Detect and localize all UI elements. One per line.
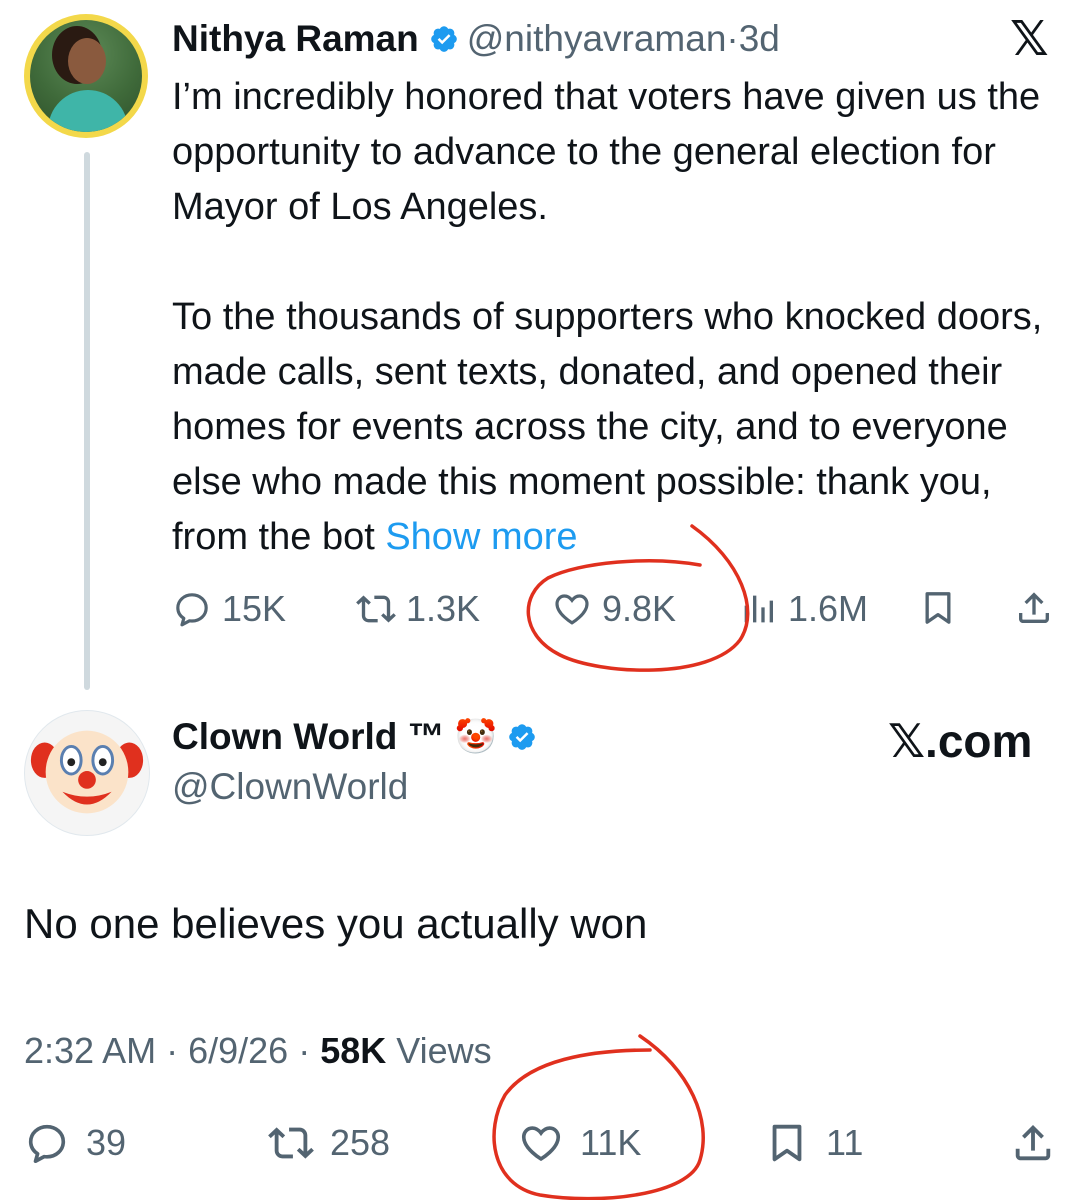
reply-count: 39 xyxy=(86,1122,127,1163)
like-count: 11K xyxy=(580,1122,642,1163)
tweet2-meta: 2:32 AM · 6/9/26 · 58K Views xyxy=(24,1030,492,1071)
tweet1-header: Nithya Raman @nithyavraman · 3d xyxy=(172,14,780,64)
reply-icon xyxy=(176,593,208,627)
like-button[interactable]: 9.8K xyxy=(552,588,676,630)
show-more-link[interactable]: Show more xyxy=(385,516,577,558)
share-icon xyxy=(1019,592,1049,623)
share-button[interactable] xyxy=(1010,1120,1072,1166)
reply-button[interactable]: 39 xyxy=(24,1120,126,1166)
author-name[interactable]: Clown World ™ xyxy=(172,716,445,758)
bookmark-icon xyxy=(772,1124,802,1162)
verified-badge-icon xyxy=(509,724,535,750)
tweet1-actions: 15K 1.3K 9.8K 1.6M xyxy=(172,588,1062,638)
like-icon xyxy=(521,1126,561,1162)
bookmark-icon xyxy=(925,592,951,624)
clown-face-icon xyxy=(30,730,144,814)
avatar-clownworld[interactable] xyxy=(24,710,150,836)
reply-count: 15K xyxy=(222,588,287,629)
verified-badge-icon xyxy=(430,26,457,52)
views-count: 1.6M xyxy=(788,588,869,629)
separator-dot: · xyxy=(726,18,739,59)
x-logo-icon: 𝕏 xyxy=(1010,13,1049,66)
repost-icon xyxy=(356,595,396,623)
tweet-time[interactable]: 2:32 AM xyxy=(24,1030,156,1071)
tweet2-text: No one believes you actually won xyxy=(24,900,648,947)
repost-button[interactable]: 258 xyxy=(268,1120,390,1166)
avatar-nithya[interactable] xyxy=(24,14,148,138)
bookmark-count: 11 xyxy=(826,1122,864,1163)
bookmark-button[interactable]: 11 xyxy=(764,1120,863,1166)
author-handle[interactable]: @ClownWorld xyxy=(172,766,545,808)
bookmark-button[interactable] xyxy=(918,588,968,628)
tweet-date[interactable]: 6/9/26 xyxy=(188,1030,288,1071)
reply-button[interactable]: 15K xyxy=(172,588,286,630)
repost-button[interactable]: 1.3K xyxy=(356,588,480,630)
annotation-circle-likes-tweet2 xyxy=(492,1034,705,1200)
like-icon xyxy=(555,594,589,625)
repost-icon xyxy=(268,1127,314,1159)
share-icon xyxy=(1015,1124,1051,1161)
repost-count: 258 xyxy=(330,1122,391,1163)
views-button[interactable]: 1.6M xyxy=(738,588,868,630)
clown-emoji-icon: 🤡 xyxy=(454,718,498,756)
views-label: Views xyxy=(396,1030,492,1071)
like-count: 9.8K xyxy=(602,588,677,629)
tweet2-actions: 39 258 11K 11 xyxy=(24,1120,1064,1172)
x-com-watermark: 𝕏.com xyxy=(888,715,1033,767)
tweet1-text: I’m incredibly honored that voters have … xyxy=(172,70,1072,565)
reply-icon xyxy=(28,1124,66,1164)
repost-count: 1.3K xyxy=(406,588,481,629)
thread-connector-line xyxy=(84,152,90,690)
tweet-time[interactable]: 3d xyxy=(739,18,780,60)
views-count: 58K xyxy=(320,1030,387,1071)
tweet1-body: I’m incredibly honored that voters have … xyxy=(172,76,1043,558)
tweet2-header: Clown World ™ 🤡 @ClownWorld xyxy=(172,712,545,808)
share-button[interactable] xyxy=(1014,588,1064,628)
like-button[interactable]: 11K xyxy=(518,1120,641,1166)
author-name[interactable]: Nithya Raman xyxy=(172,18,419,60)
views-icon xyxy=(744,595,773,623)
author-handle[interactable]: @nithyavraman xyxy=(467,18,727,60)
